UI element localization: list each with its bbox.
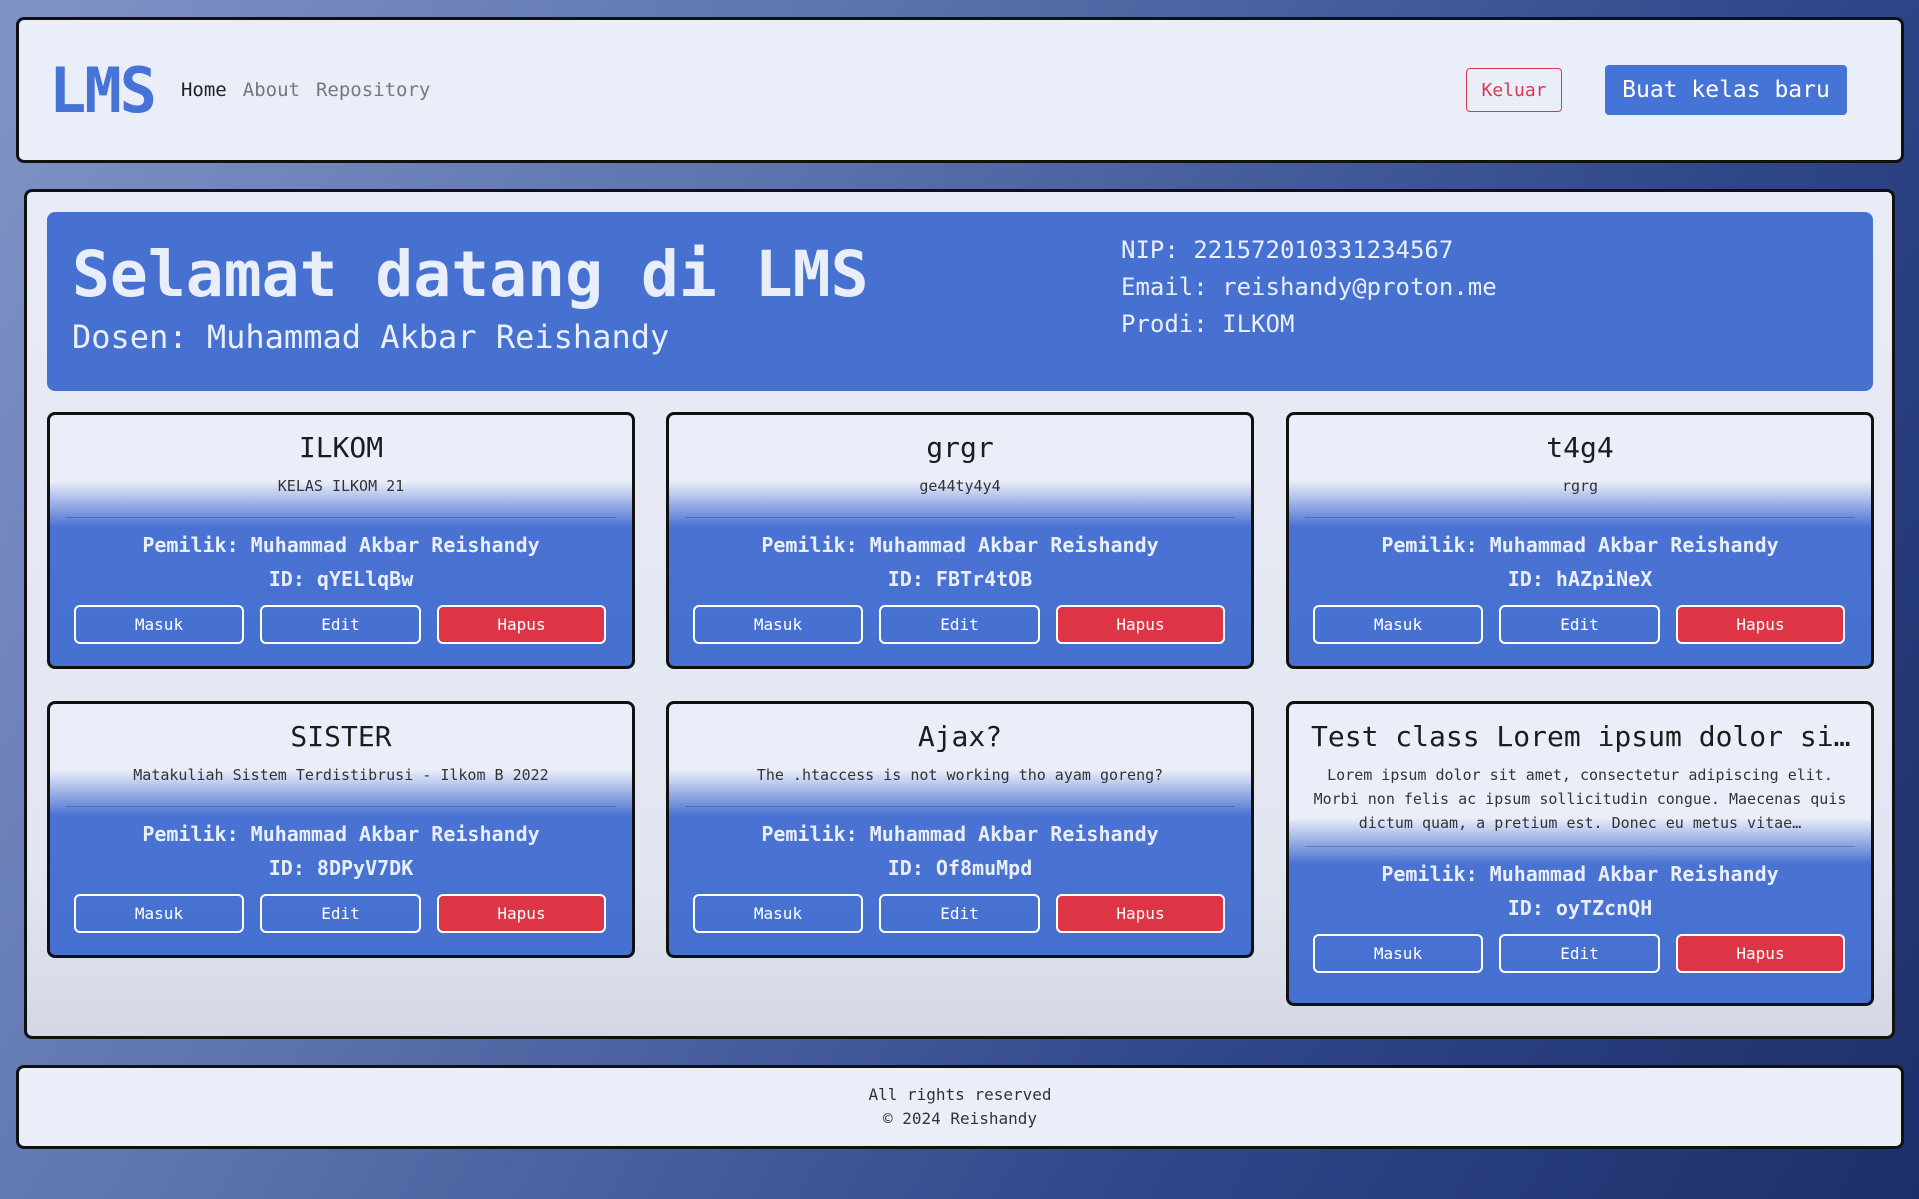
class-id: ID: Of8muMpd xyxy=(887,856,1033,880)
class-title: t4g4 xyxy=(1546,431,1614,464)
nav-home-link[interactable]: Home xyxy=(181,79,227,101)
delete-class-button[interactable]: Hapus xyxy=(1676,934,1845,973)
enter-class-button[interactable]: Masuk xyxy=(1313,934,1483,973)
lecturer-email: Email: reishandy@proton.me xyxy=(1121,273,1497,301)
delete-class-button[interactable]: Hapus xyxy=(1056,894,1225,933)
class-card: ILKOM KELAS ILKOM 21 Pemilik: Muhammad A… xyxy=(47,412,635,669)
logout-button[interactable]: Keluar xyxy=(1466,68,1562,112)
card-actions: Masuk Edit Hapus xyxy=(50,894,632,933)
enter-class-button[interactable]: Masuk xyxy=(693,605,863,644)
class-id: ID: 8DPyV7DK xyxy=(268,856,414,880)
enter-class-button[interactable]: Masuk xyxy=(1313,605,1483,644)
enter-class-button[interactable]: Masuk xyxy=(74,605,244,644)
class-id: ID: qYELlqBw xyxy=(268,567,414,591)
lecturer-info: NIP: 221572010331234567 Email: reishandy… xyxy=(1121,232,1497,343)
class-id: ID: oyTZcnQH xyxy=(1507,896,1653,920)
welcome-banner: Selamat datang di LMS Dosen: Muhammad Ak… xyxy=(47,212,1873,391)
class-description: Matakuliah Sistem Terdistibrusi - Ilkom … xyxy=(133,766,549,784)
card-divider xyxy=(1305,846,1855,847)
class-card: SISTER Matakuliah Sistem Terdistibrusi -… xyxy=(47,701,635,958)
create-class-button[interactable]: Buat kelas baru xyxy=(1605,65,1847,115)
class-title: Ajax? xyxy=(917,720,1003,753)
page-footer: All rights reserved © 2024 Reishandy xyxy=(16,1065,1904,1149)
footer-rights: All rights reserved xyxy=(868,1085,1052,1104)
class-description: ge44ty4y4 xyxy=(919,477,1001,495)
top-navbar: LMS Home About Repository Keluar Buat ke… xyxy=(16,17,1904,163)
class-description: The .htaccess is not working tho ayam go… xyxy=(756,766,1164,784)
edit-class-button[interactable]: Edit xyxy=(260,894,421,933)
edit-class-button[interactable]: Edit xyxy=(879,894,1040,933)
edit-class-button[interactable]: Edit xyxy=(260,605,421,644)
card-divider xyxy=(66,517,616,518)
class-description: rgrg xyxy=(1561,477,1599,495)
welcome-title: Selamat datang di LMS xyxy=(72,238,869,311)
class-owner: Pemilik: Muhammad Akbar Reishandy xyxy=(1381,862,1779,886)
delete-class-button[interactable]: Hapus xyxy=(437,605,606,644)
class-owner: Pemilik: Muhammad Akbar Reishandy xyxy=(1381,533,1779,557)
class-title: SISTER xyxy=(290,720,392,753)
card-actions: Masuk Edit Hapus xyxy=(1289,605,1871,644)
card-divider xyxy=(1305,517,1855,518)
enter-class-button[interactable]: Masuk xyxy=(693,894,863,933)
nav-repository-link[interactable]: Repository xyxy=(316,79,430,101)
enter-class-button[interactable]: Masuk xyxy=(74,894,244,933)
class-card: t4g4 rgrg Pemilik: Muhammad Akbar Reisha… xyxy=(1286,412,1874,669)
main-nav: Home About Repository xyxy=(181,79,430,101)
delete-class-button[interactable]: Hapus xyxy=(1676,605,1845,644)
class-description: KELAS ILKOM 21 xyxy=(277,477,405,495)
app-logo[interactable]: LMS xyxy=(49,54,157,127)
class-id: ID: FBTr4tOB xyxy=(887,567,1033,591)
class-title: ILKOM xyxy=(298,431,384,464)
class-card: Test class Lorem ipsum dolor si… Lorem i… xyxy=(1286,701,1874,1006)
edit-class-button[interactable]: Edit xyxy=(1499,934,1660,973)
lecturer-name: Dosen: Muhammad Akbar Reishandy xyxy=(72,318,670,356)
class-owner: Pemilik: Muhammad Akbar Reishandy xyxy=(142,533,540,557)
delete-class-button[interactable]: Hapus xyxy=(437,894,606,933)
class-owner: Pemilik: Muhammad Akbar Reishandy xyxy=(761,822,1159,846)
edit-class-button[interactable]: Edit xyxy=(879,605,1040,644)
class-card: Ajax? The .htaccess is not working tho a… xyxy=(666,701,1254,958)
card-actions: Masuk Edit Hapus xyxy=(669,605,1251,644)
class-card: grgr ge44ty4y4 Pemilik: Muhammad Akbar R… xyxy=(666,412,1254,669)
delete-class-button[interactable]: Hapus xyxy=(1056,605,1225,644)
card-divider xyxy=(685,517,1235,518)
card-actions: Masuk Edit Hapus xyxy=(669,894,1251,933)
class-title: Test class Lorem ipsum dolor si… xyxy=(1311,720,1851,753)
card-actions: Masuk Edit Hapus xyxy=(1289,934,1871,973)
class-id: ID: hAZpiNeX xyxy=(1507,567,1653,591)
card-actions: Masuk Edit Hapus xyxy=(50,605,632,644)
footer-copyright: © 2024 Reishandy xyxy=(882,1109,1038,1128)
card-divider xyxy=(66,806,616,807)
lecturer-nip: NIP: 221572010331234567 xyxy=(1121,236,1454,264)
class-owner: Pemilik: Muhammad Akbar Reishandy xyxy=(142,822,540,846)
class-description: Lorem ipsum dolor sit amet, consectetur … xyxy=(1313,766,1847,832)
nav-about-link[interactable]: About xyxy=(243,79,300,101)
class-owner: Pemilik: Muhammad Akbar Reishandy xyxy=(761,533,1159,557)
card-divider xyxy=(685,806,1235,807)
dashboard-panel: Selamat datang di LMS Dosen: Muhammad Ak… xyxy=(24,189,1895,1039)
class-title: grgr xyxy=(926,431,994,464)
edit-class-button[interactable]: Edit xyxy=(1499,605,1660,644)
lecturer-prodi: Prodi: ILKOM xyxy=(1121,310,1295,338)
